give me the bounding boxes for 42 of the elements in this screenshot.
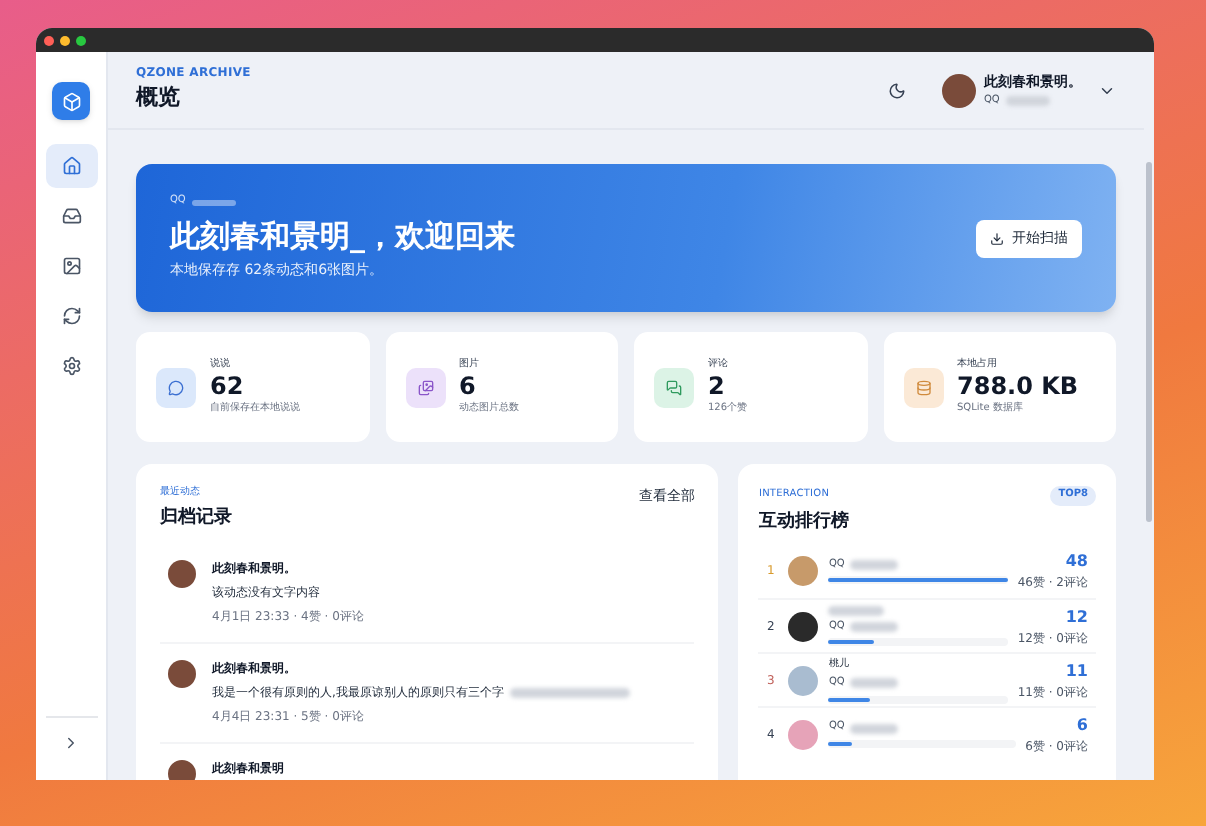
inbox-icon	[61, 206, 81, 226]
image-icon	[61, 256, 81, 276]
page-title: 概览	[136, 82, 182, 115]
blurred-text	[191, 199, 236, 205]
welcome-title: 此刻春和景明_，欢迎回来	[170, 215, 515, 258]
stat-value: 788.0 KB	[957, 372, 1079, 401]
sync-icon	[61, 306, 81, 326]
database-icon	[915, 379, 931, 395]
score-value: 11	[1065, 659, 1088, 683]
avatar	[168, 760, 196, 780]
score-value: 6	[1076, 713, 1088, 737]
avatar	[788, 719, 819, 749]
avatar	[168, 560, 196, 588]
avatar	[168, 660, 196, 688]
avatar	[788, 665, 819, 695]
images-icon	[417, 379, 433, 395]
stat-value: 2	[708, 372, 727, 402]
theme-toggle-icon[interactable]	[888, 81, 906, 99]
chat-bubbles-icon	[666, 379, 682, 395]
blurred-text	[1005, 95, 1050, 106]
expand-icon[interactable]	[62, 734, 80, 752]
avatar	[788, 611, 819, 641]
stat-value: 6	[459, 372, 478, 402]
blurred-text	[850, 723, 899, 733]
blurred-text	[850, 678, 899, 689]
score-value: 48	[1065, 550, 1088, 574]
blurred-text	[850, 622, 899, 632]
app-logo-icon	[52, 82, 90, 120]
stat-value: 62	[210, 372, 246, 402]
avatar	[788, 556, 819, 586]
settings-icon	[61, 356, 81, 376]
blurred-text	[828, 605, 885, 616]
blurred-text	[509, 688, 630, 698]
avatar	[942, 73, 976, 107]
blurred-text	[850, 560, 899, 570]
panel-title: 互动排行榜	[758, 509, 851, 535]
nav-item[interactable]	[45, 144, 97, 188]
chat-bubble-icon	[168, 379, 184, 395]
home-icon	[61, 156, 81, 176]
panel-title: 归档记录	[160, 505, 232, 531]
download-icon	[990, 231, 1004, 245]
score-value: 12	[1065, 605, 1088, 629]
